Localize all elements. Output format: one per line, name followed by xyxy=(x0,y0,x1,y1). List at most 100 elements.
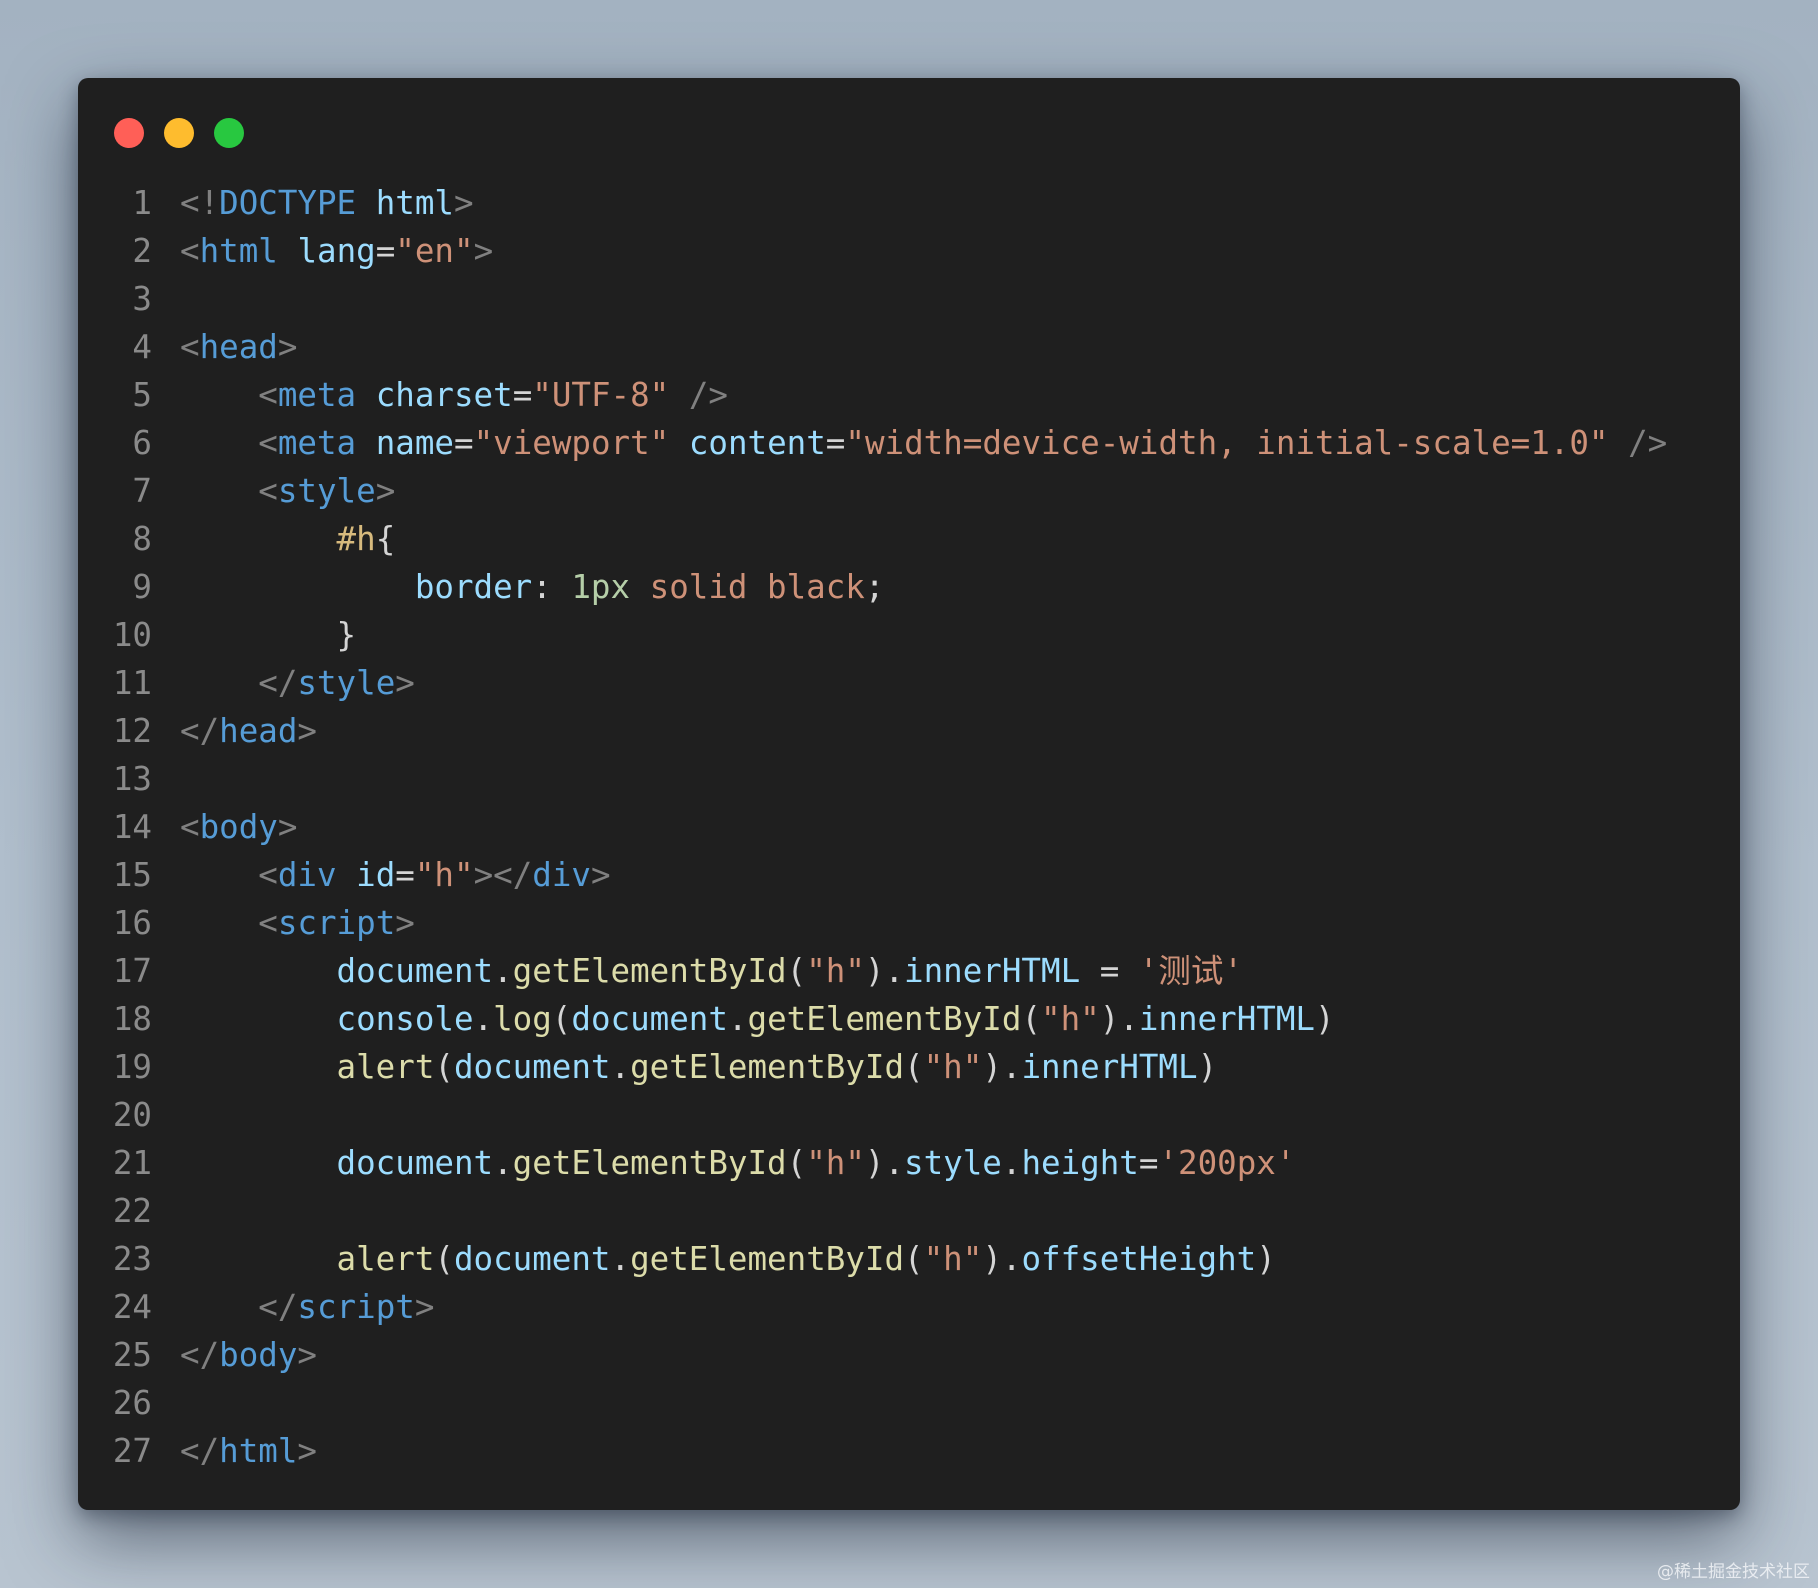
code-token: head xyxy=(199,328,278,366)
code-token: ; xyxy=(864,568,885,606)
code-line: 16 <script> xyxy=(78,899,1740,947)
code-token: = xyxy=(1080,952,1139,990)
code-token: > xyxy=(395,664,415,702)
code-token: > xyxy=(277,328,298,366)
code-token: meta xyxy=(277,424,357,462)
line-number: 19 xyxy=(112,1048,152,1086)
code-token: getElementById xyxy=(747,1000,1022,1038)
minimize-button[interactable] xyxy=(164,118,194,148)
code-token: script xyxy=(277,904,396,942)
code-line: 9 border: 1px solid black; xyxy=(78,563,1740,611)
code-token: < xyxy=(180,808,200,846)
line-number: 10 xyxy=(112,616,152,654)
code-token: = xyxy=(825,424,846,462)
code-token: ). xyxy=(864,952,905,990)
code-line: 5 <meta charset="UTF-8" /> xyxy=(78,371,1740,419)
code-token: <! xyxy=(180,184,220,222)
code-token: document xyxy=(336,1144,494,1182)
line-source: <head> xyxy=(180,323,297,371)
code-token: ( xyxy=(786,1144,807,1182)
line-number: 20 xyxy=(112,1096,152,1134)
code-token: = xyxy=(512,376,533,414)
line-number: 16 xyxy=(112,904,152,942)
line-number: 5 xyxy=(132,376,152,414)
code-line: 24 </script> xyxy=(78,1283,1740,1331)
line-number: 4 xyxy=(132,328,152,366)
line-number: 2 xyxy=(132,232,152,270)
code-token: div xyxy=(277,856,337,894)
code-token: { xyxy=(375,520,396,558)
code-line: 12 </head> xyxy=(78,707,1740,755)
line-number: 25 xyxy=(112,1336,152,1374)
code-token: > xyxy=(395,904,415,942)
line-source: border: 1px solid black; xyxy=(180,563,885,611)
code-token: border xyxy=(414,568,533,606)
line-source: <div id="h"></div> xyxy=(180,851,610,899)
code-token: . xyxy=(727,1000,748,1038)
code-token: 1px xyxy=(571,568,631,606)
code-token: offsetHeight xyxy=(1021,1240,1257,1278)
code-token: #h xyxy=(336,520,376,558)
line-number: 24 xyxy=(112,1288,152,1326)
code-token: = xyxy=(454,424,474,462)
line-number: 12 xyxy=(112,712,152,750)
code-token: ). xyxy=(982,1048,1022,1086)
code-token: ( xyxy=(434,1048,454,1086)
line-number: 11 xyxy=(112,664,152,702)
line-source: alert(document.getElementById("h").offse… xyxy=(180,1235,1276,1283)
code-token: </ xyxy=(258,1288,298,1326)
code-token: "UTF-8" xyxy=(532,376,670,414)
code-token: "h" xyxy=(806,952,865,990)
code-line: 7 <style> xyxy=(78,467,1740,515)
code-line: 20 xyxy=(78,1091,1740,1139)
code-token: style xyxy=(904,1144,1002,1182)
code-token: ) xyxy=(1256,1240,1276,1278)
code-token: lang xyxy=(297,232,376,270)
line-number: 13 xyxy=(112,760,152,798)
code-token: log xyxy=(493,1000,552,1038)
code-token: ( xyxy=(434,1240,454,1278)
code-token: /> xyxy=(1628,424,1668,462)
code-line: 18 console.log(document.getElementById("… xyxy=(78,995,1740,1043)
code-token: ). xyxy=(982,1240,1022,1278)
line-number: 23 xyxy=(112,1240,152,1278)
maximize-button[interactable] xyxy=(214,118,244,148)
code-token: > xyxy=(453,184,474,222)
code-token: < xyxy=(258,424,278,462)
close-button[interactable] xyxy=(114,118,144,148)
code-token: . xyxy=(473,1000,494,1038)
code-line: 27 </html> xyxy=(78,1427,1740,1475)
code-token: alert xyxy=(336,1240,435,1278)
code-token: . xyxy=(610,1048,631,1086)
code-line: 11 </style> xyxy=(78,659,1740,707)
code-token: = xyxy=(395,856,415,894)
code-token: innerHTML xyxy=(904,952,1081,990)
code-token: innerHTML xyxy=(1138,1000,1315,1038)
code-token: < xyxy=(258,376,278,414)
code-line: 26 xyxy=(78,1379,1740,1427)
code-line: 23 alert(document.getElementById("h").of… xyxy=(78,1235,1740,1283)
code-token: "en" xyxy=(395,232,474,270)
line-source: <html lang="en"> xyxy=(180,227,493,275)
code-token: "h" xyxy=(1041,1000,1100,1038)
code-token: "h" xyxy=(923,1048,983,1086)
line-number: 1 xyxy=(132,184,152,222)
code-token: </ xyxy=(180,1432,220,1470)
line-number: 17 xyxy=(112,952,152,990)
line-number: 27 xyxy=(112,1432,152,1470)
code-token: < xyxy=(180,328,200,366)
code-token: document xyxy=(571,1000,728,1038)
line-source: <meta charset="UTF-8" /> xyxy=(180,371,728,419)
code-token: body xyxy=(199,808,278,846)
code-token: > xyxy=(297,1336,317,1374)
